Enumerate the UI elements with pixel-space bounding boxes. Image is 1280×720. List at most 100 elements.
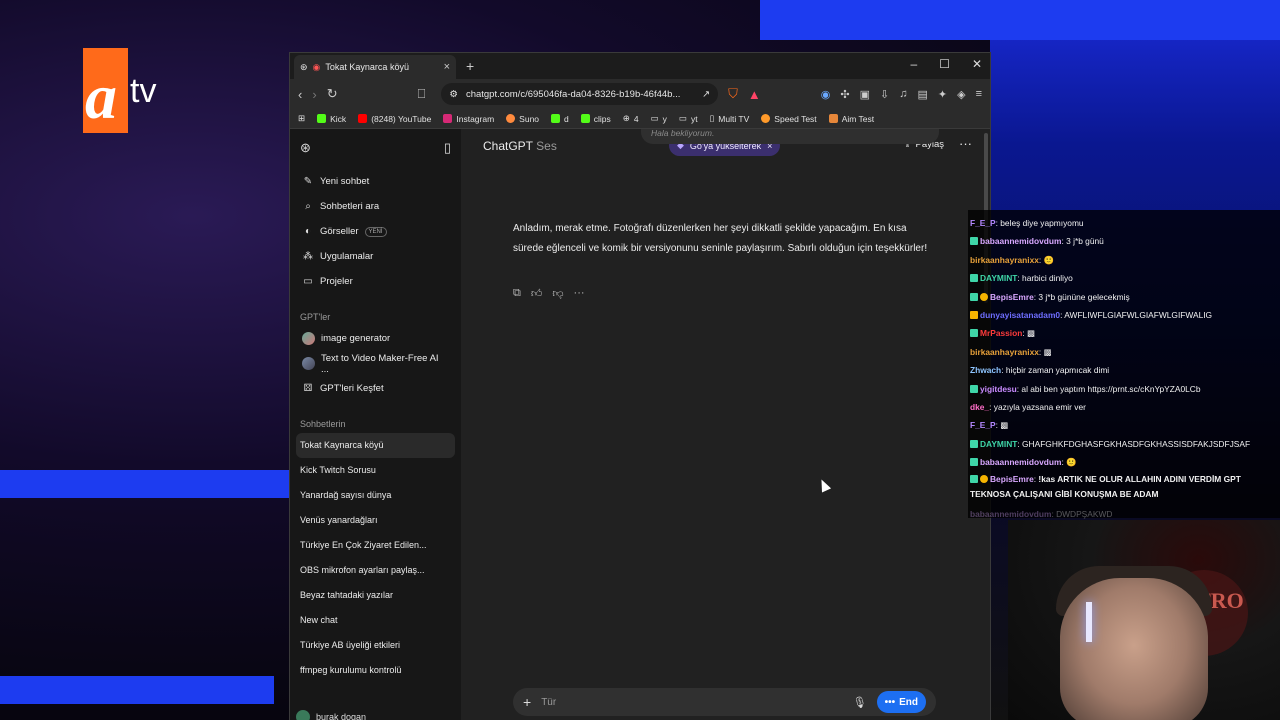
puzzle-icon[interactable]: ✣	[840, 88, 849, 101]
forward-icon[interactable]: ›	[312, 87, 316, 102]
background-stripe	[0, 470, 290, 498]
bookmark-4[interactable]: ⊕ 4	[623, 113, 639, 124]
voice-dots-icon: •••	[884, 696, 896, 708]
download-icon[interactable]: ⇩	[880, 88, 889, 101]
thumbs-up-icon[interactable]: 👍︎	[531, 287, 543, 300]
bookmark-youtube[interactable]: (8248) YouTube	[358, 114, 431, 124]
chat-item[interactable]: ffmpeg kurulumu kontrolü	[296, 658, 455, 683]
bookmark-multitv[interactable]: ▯ Multi TV	[710, 113, 750, 124]
close-window-icon[interactable]: ✕	[972, 57, 982, 71]
share-url-icon[interactable]: ↗	[702, 89, 710, 100]
bookmark-speedtest[interactable]: Speed Test	[761, 114, 817, 124]
wallet-icon[interactable]: ▤	[917, 88, 927, 101]
bookmark-aimtest[interactable]: Aim Test	[828, 114, 874, 124]
apps-grid-icon[interactable]: ⊞	[298, 113, 305, 124]
menu-icon[interactable]: ≡	[976, 88, 982, 101]
chat-item[interactable]: Beyaz tahtadaki yazılar	[296, 583, 455, 608]
microphone-light	[1086, 602, 1092, 642]
bookmark-icon[interactable]: ⎕	[418, 86, 426, 102]
chatgpt-app: ⊛ ▯ ✎ Yeni sohbet ⌕ Sohbetleri ara ◐ Gör…	[290, 129, 990, 720]
crown-badge-icon	[970, 311, 978, 320]
kick-icon	[317, 114, 327, 123]
message-composer[interactable]: + Tür 🎙︎ ••• End	[513, 688, 936, 716]
sidebar-item-projects[interactable]: ▭ Projeler	[296, 269, 455, 294]
bookmark-instagram[interactable]: Instagram	[443, 114, 494, 124]
chat-item[interactable]: OBS mikrofon ayarları paylaş...	[296, 558, 455, 583]
chat-message: DAYMINT: GHAFGHKFDGHASFGKHASDFGKHASSISDF…	[970, 435, 1278, 453]
bookmark-d[interactable]: d	[551, 114, 569, 124]
chat-message: F_E_P: ▩	[970, 420, 1009, 431]
thumbs-down-icon[interactable]: 👎︎	[552, 287, 563, 300]
chat-item[interactable]: Türkiye En Çok Ziyaret Edilen...	[296, 533, 455, 558]
chat-message: dunyayisatanadam0: AWFLIWFLGIAFWLGIAFWLG…	[970, 306, 1278, 324]
chat-item[interactable]: New chat	[296, 608, 455, 633]
url-text: chatgpt.com/c/695046fa-da04-8326-b19b-46…	[465, 88, 681, 100]
badge-icon	[970, 237, 978, 246]
stream-chat-overlay: F_E_P: beleş diye yapmıyomu babaannemido…	[968, 210, 1280, 519]
badge-icon	[970, 439, 978, 448]
model-selector[interactable]: ChatGPT Ses	[483, 139, 557, 153]
attach-plus-icon[interactable]: +	[523, 694, 531, 710]
browser-tab[interactable]: ⊛ ◉ Tokat Kaynarca köyü ×	[294, 55, 456, 79]
suno-icon	[506, 114, 516, 123]
badge-icon	[970, 458, 978, 467]
user-name: burak dogan	[316, 712, 367, 720]
microphone-icon[interactable]: 🎙︎	[853, 696, 867, 709]
chat-item[interactable]: Venüs yanardağları	[296, 508, 455, 533]
music-icon[interactable]: ♫	[899, 88, 907, 101]
maximize-icon[interactable]: ☐	[939, 57, 950, 71]
vpn-icon[interactable]: ◈	[957, 88, 965, 101]
brave-rewards-icon[interactable]: ▲	[748, 87, 761, 102]
user-profile[interactable]: burak dogan	[296, 710, 366, 720]
chat-message: babaannemidovdum: 3 j*b günü	[970, 232, 1278, 250]
chat-item[interactable]: Tokat Kaynarca köyü	[296, 433, 455, 458]
atv-logo-a: a	[85, 61, 117, 132]
openai-logo-icon[interactable]: ⊛	[300, 140, 311, 156]
brave-shield-icon[interactable]: ⛉	[728, 86, 738, 102]
gpt-item-explore[interactable]: ⚄ GPT'leri Keşfet	[296, 376, 455, 401]
new-tab-button[interactable]: +	[466, 58, 474, 74]
chat-item[interactable]: Türkiye AB üyeliği etkileri	[296, 633, 455, 658]
kick-icon	[580, 114, 590, 123]
more-options-icon[interactable]: ···	[959, 136, 972, 151]
bookmark-folder-yt[interactable]: ▭ yt	[679, 113, 698, 124]
bookmark-suno[interactable]: Suno	[506, 114, 539, 124]
bookmarks-bar: ⊞ Kick (8248) YouTube Instagram Suno d c…	[290, 109, 990, 129]
tab-search-icon[interactable]: ▣	[860, 88, 870, 101]
atv-logo-tv: tv	[130, 72, 157, 110]
new-badge: YENİ	[364, 226, 387, 237]
bookmark-folder-y[interactable]: ▭ y	[651, 113, 667, 124]
bookmark-kick[interactable]: Kick	[317, 114, 346, 124]
gpt-avatar-icon	[302, 332, 315, 345]
leo-ai-icon[interactable]: ✦	[938, 88, 947, 101]
sidebar-item-apps[interactable]: ⁂ Uygulamalar	[296, 244, 455, 269]
sidebar-toggle-icon[interactable]: ▯	[444, 140, 451, 156]
window-controls: – ☐ ✕	[910, 57, 982, 71]
chat-item[interactable]: Yanardağ sayısı dünya	[296, 483, 455, 508]
more-icon[interactable]: ···	[574, 287, 585, 300]
sidebar: ⊛ ▯ ✎ Yeni sohbet ⌕ Sohbetleri ara ◐ Gör…	[290, 129, 461, 720]
url-bar[interactable]: ⚙ chatgpt.com/c/695046fa-da04-8326-b19b-…	[441, 83, 719, 105]
composer-input[interactable]: Tür	[541, 697, 842, 708]
minimize-icon[interactable]: –	[910, 57, 917, 71]
kick-icon	[551, 114, 561, 123]
sidebar-item-new-chat[interactable]: ✎ Yeni sohbet	[296, 169, 455, 194]
gpt-item-text-to-video[interactable]: Text to Video Maker-Free AI ...	[296, 351, 455, 376]
sidebar-item-search[interactable]: ⌕ Sohbetleri ara	[296, 194, 455, 219]
chat-item[interactable]: Kick Twitch Sorusu	[296, 458, 455, 483]
background-stripe	[760, 0, 1280, 40]
extension-icon[interactable]: ◉	[821, 88, 831, 101]
badge-icon	[970, 474, 978, 483]
gpt-avatar-icon	[302, 357, 315, 370]
copy-icon[interactable]: ⧉	[513, 287, 521, 300]
instagram-icon	[443, 114, 453, 123]
reload-icon[interactable]: ↻	[327, 86, 338, 102]
site-info-icon[interactable]: ⚙	[449, 89, 458, 100]
sidebar-item-images[interactable]: ◐ Görseller YENİ	[296, 219, 455, 244]
tab-close-icon[interactable]: ×	[444, 61, 450, 73]
webcam-feed: ASTRO	[1008, 520, 1280, 720]
back-icon[interactable]: ‹	[298, 87, 302, 102]
bookmark-clips[interactable]: clips	[580, 114, 611, 124]
gpt-item-image-generator[interactable]: image generator	[296, 326, 455, 351]
end-voice-button[interactable]: ••• End	[876, 691, 926, 713]
